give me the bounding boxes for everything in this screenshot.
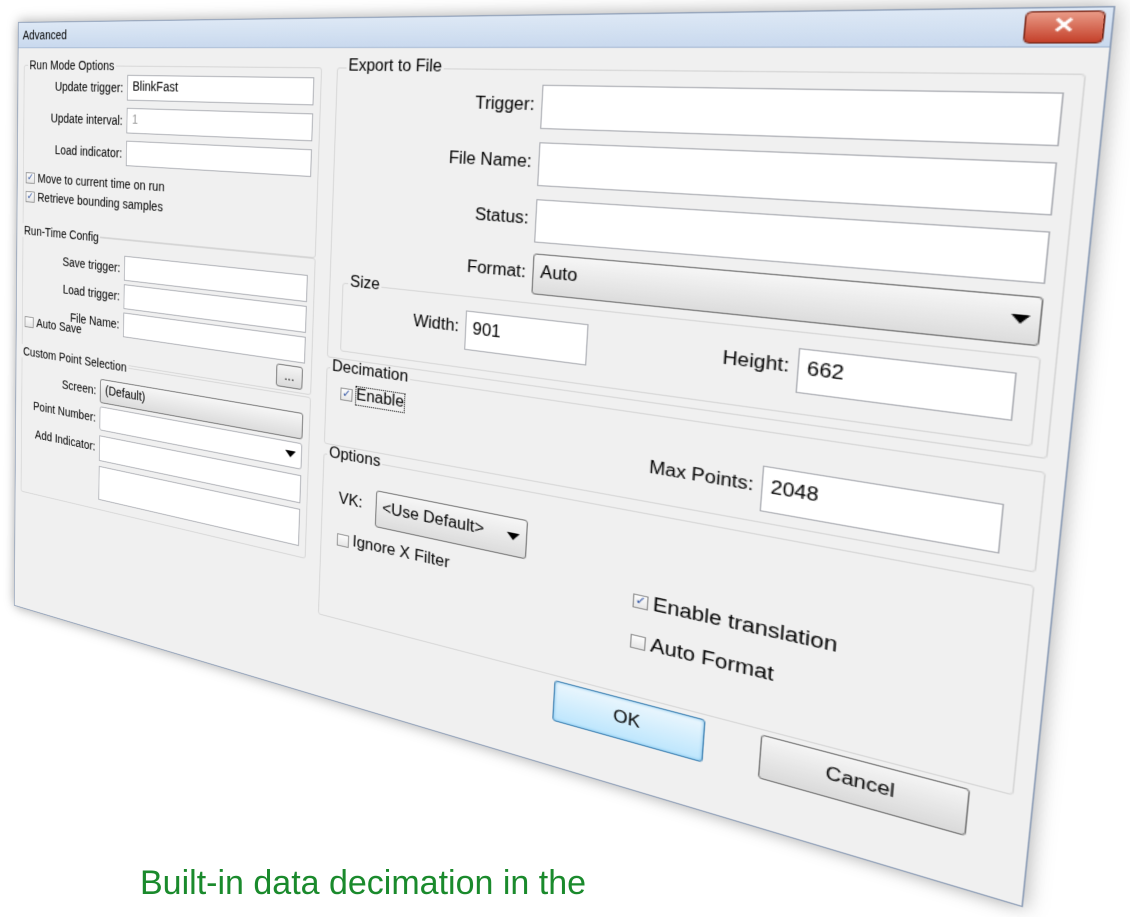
checkbox-checked-icon: ✓ — [25, 171, 35, 184]
chevron-down-icon — [1010, 313, 1031, 325]
checkbox-unchecked-icon — [24, 315, 34, 328]
export-legend: Export to File — [346, 57, 445, 77]
checkbox-unchecked-icon — [336, 532, 350, 548]
slide-caption: Built-in data decimation in the — [140, 864, 587, 902]
title-bar: Advanced ✕ — [18, 7, 1114, 49]
window-title: Advanced — [22, 27, 67, 43]
ok-button-label: OK — [612, 707, 641, 733]
update-trigger-label: Update trigger: — [54, 79, 124, 95]
close-button[interactable]: ✕ — [1022, 10, 1107, 44]
checkbox-checked-icon: ✓ — [25, 190, 35, 203]
screen-combo-value: (Default) — [104, 383, 146, 405]
browse-button[interactable]: ... — [275, 363, 303, 391]
size-legend: Size — [347, 273, 382, 295]
run-mode-legend: Run Mode Options — [28, 57, 116, 73]
checkbox-checked-icon: ✓ — [632, 593, 649, 611]
checkbox-unchecked-icon — [629, 633, 647, 652]
advanced-dialog: Advanced ✕ Run Mode Options Update trigg… — [13, 5, 1116, 908]
chevron-down-icon — [506, 531, 520, 542]
cancel-button-label: Cancel — [824, 764, 896, 803]
browse-button-label: ... — [283, 367, 295, 385]
close-icon: ✕ — [1051, 14, 1077, 39]
update-trigger-field[interactable]: BlinkFast — [126, 74, 315, 106]
chevron-down-icon — [285, 449, 296, 459]
checkbox-checked-icon: ✓ — [340, 386, 353, 402]
format-combo-value: Auto — [539, 263, 578, 286]
screenshot-stage: Advanced ✕ Run Mode Options Update trigg… — [0, 0, 1130, 917]
